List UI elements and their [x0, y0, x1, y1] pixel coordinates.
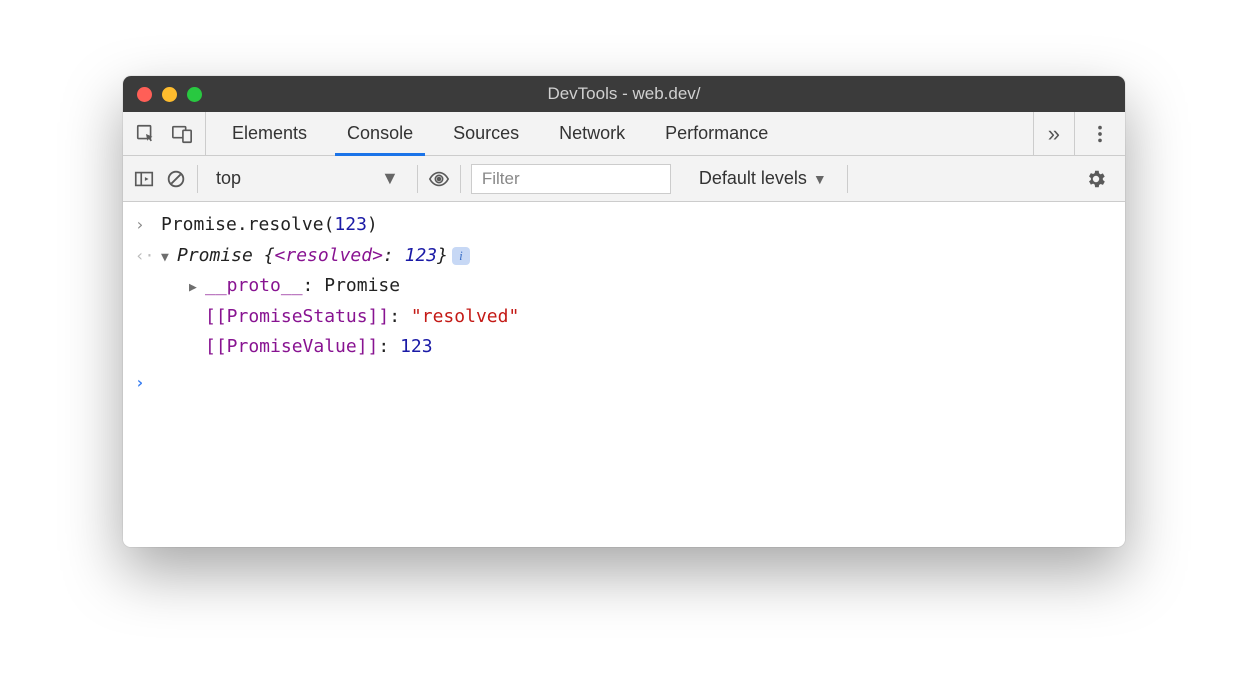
- panel-tabs: Elements Console Sources Network Perform…: [206, 112, 1033, 155]
- live-expression-icon[interactable]: [428, 168, 450, 190]
- devtools-window: DevTools - web.dev/ Elements Console Sou…: [123, 76, 1125, 547]
- tok-value: 123: [405, 245, 438, 266]
- console-prompt-row[interactable]: ›: [123, 369, 1125, 396]
- expand-triangle-icon[interactable]: ▶: [189, 277, 205, 299]
- object-property-row[interactable]: [[PromiseValue]]: 123: [123, 332, 1125, 363]
- console-settings-icon[interactable]: [1077, 168, 1115, 190]
- levels-label: Default levels: [699, 168, 807, 189]
- log-levels-select[interactable]: Default levels ▼: [699, 168, 827, 189]
- traffic-lights: [123, 87, 202, 102]
- property-value: Promise: [324, 275, 400, 296]
- execution-context-select[interactable]: top ▼: [208, 168, 407, 189]
- object-name: Promise: [177, 245, 253, 266]
- object-property-row[interactable]: ▶__proto__: Promise: [123, 271, 1125, 302]
- tab-sources[interactable]: Sources: [433, 112, 539, 155]
- property-line: [[PromiseValue]]: 123: [161, 332, 433, 363]
- tok-paren: (: [324, 214, 335, 235]
- property-value: "resolved": [411, 306, 519, 327]
- tok-paren: ): [367, 214, 378, 235]
- property-key: [[PromiseValue]]: [205, 336, 378, 357]
- close-window-button[interactable]: [137, 87, 152, 102]
- toolbar-separator: [847, 165, 848, 193]
- dropdown-triangle-icon: ▼: [813, 171, 827, 187]
- prompt-chevron-icon: ›: [135, 369, 161, 396]
- tab-label: Elements: [232, 123, 307, 144]
- tab-console[interactable]: Console: [327, 112, 433, 155]
- console-result-row: ‹· ▼Promise {<resolved>: 123}i: [123, 241, 1125, 272]
- toolbar-separator: [460, 165, 461, 193]
- tok-sep: :: [383, 245, 405, 266]
- context-label: top: [216, 168, 241, 189]
- console-output: › Promise.resolve(123) ‹· ▼Promise {<res…: [123, 202, 1125, 547]
- property-key: __proto__: [205, 275, 303, 296]
- object-preview[interactable]: ▼Promise {<resolved>: 123}i: [161, 241, 470, 272]
- tab-elements[interactable]: Elements: [212, 112, 327, 155]
- tabbar-device-controls: [123, 112, 206, 155]
- console-input-echo: › Promise.resolve(123): [123, 210, 1125, 241]
- tok-sep: :: [378, 336, 400, 357]
- tok-number: 123: [334, 214, 367, 235]
- object-property-row[interactable]: [[PromiseStatus]]: "resolved": [123, 302, 1125, 333]
- tok-sep: :: [303, 275, 325, 296]
- expand-triangle-icon[interactable]: ▼: [161, 247, 177, 269]
- code-line[interactable]: Promise.resolve(123): [161, 210, 378, 241]
- tok-brace: {: [253, 245, 275, 266]
- property-value: 123: [400, 336, 433, 357]
- clear-console-icon[interactable]: [165, 168, 187, 190]
- inspect-element-icon[interactable]: [135, 123, 157, 145]
- tab-performance[interactable]: Performance: [645, 112, 788, 155]
- tab-label: Sources: [453, 123, 519, 144]
- tabs-overflow-button[interactable]: »: [1033, 112, 1074, 155]
- tok-state: <resolved>: [275, 245, 383, 266]
- more-menu-button[interactable]: [1074, 112, 1125, 155]
- tab-label: Performance: [665, 123, 768, 144]
- overflow-glyph: »: [1048, 121, 1060, 147]
- window-title: DevTools - web.dev/: [123, 84, 1125, 104]
- filter-input[interactable]: [471, 164, 671, 194]
- property-line: [[PromiseStatus]]: "resolved": [161, 302, 519, 333]
- device-toggle-icon[interactable]: [171, 123, 193, 145]
- dropdown-triangle-icon: ▼: [381, 168, 399, 189]
- minimize-window-button[interactable]: [162, 87, 177, 102]
- tab-label: Network: [559, 123, 625, 144]
- console-toolbar: top ▼ Default levels ▼: [123, 156, 1125, 202]
- toggle-sidebar-icon[interactable]: [133, 168, 155, 190]
- tab-network[interactable]: Network: [539, 112, 645, 155]
- panel-tabbar: Elements Console Sources Network Perform…: [123, 112, 1125, 156]
- tok-call: Promise.resolve: [161, 214, 324, 235]
- toolbar-separator: [197, 165, 198, 193]
- zoom-window-button[interactable]: [187, 87, 202, 102]
- input-chevron-icon: ›: [135, 211, 161, 238]
- tok-brace: }: [437, 245, 448, 266]
- tab-label: Console: [347, 123, 413, 144]
- property-key: [[PromiseStatus]]: [205, 306, 389, 327]
- output-chevron-icon: ‹·: [135, 242, 161, 269]
- property-line: ▶__proto__: Promise: [161, 271, 400, 302]
- toolbar-separator: [417, 165, 418, 193]
- info-badge-icon[interactable]: i: [452, 247, 470, 265]
- window-titlebar: DevTools - web.dev/: [123, 76, 1125, 112]
- tok-sep: :: [389, 306, 411, 327]
